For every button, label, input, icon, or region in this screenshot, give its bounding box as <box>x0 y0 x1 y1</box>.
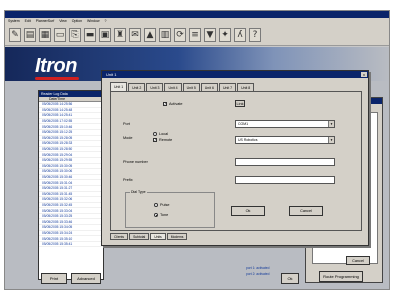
tab-unit-1[interactable]: Unit 1 <box>110 82 128 91</box>
status-note-2: port 2: activated <box>246 272 270 276</box>
dialog-ok-button[interactable]: Ok <box>231 206 265 216</box>
save-icon[interactable]: ▣ <box>99 27 111 42</box>
list-item[interactable]: 05/05/2005 15:35:41 <box>39 242 103 248</box>
logo-swoosh <box>35 77 79 80</box>
ok-button[interactable]: Ok <box>281 273 299 284</box>
folder-icon[interactable]: ⎘ <box>69 27 81 42</box>
chart-icon[interactable]: ▤ <box>24 27 36 42</box>
grid-icon[interactable]: ▦ <box>39 27 51 42</box>
prefix-input[interactable] <box>235 176 335 184</box>
port-label: Port <box>123 122 130 126</box>
advanced-button[interactable]: Advanced <box>71 273 101 284</box>
signal-icon[interactable]: ▼ <box>204 27 216 42</box>
modem-select[interactable]: US Robotics ▾ <box>235 136 335 144</box>
port-select[interactable]: COM1 ▾ <box>235 120 335 128</box>
local-label: Local <box>159 132 169 136</box>
gear-icon[interactable]: ✦ <box>219 27 231 42</box>
status-note-1: port 1: activated <box>246 266 270 270</box>
toolbar: ✎ ▤ ▦ ▭ ⎘ ▬ ▣ ♜ ✉ ▲ ▥ ⟳ ≡ ▼ ✦ ʎ? <box>5 24 389 46</box>
dialog-title: Unit 1 <box>106 72 117 77</box>
menu-option[interactable]: Option <box>72 19 82 23</box>
menu-plannersurf[interactable]: PlannerSurf <box>36 19 54 23</box>
tab-unit-4[interactable]: Unit 4 <box>164 83 182 91</box>
tab-subtotal[interactable]: Subtotal <box>129 233 150 240</box>
binoculars-icon[interactable]: ♜ <box>114 27 126 42</box>
reader-log-rows: 05/05/2005 14:25:56 05/05/2005 14:25:48 05… <box>39 102 103 248</box>
workspace: Itron Reader Log Data Date/Time 05/05/20… <box>5 47 389 289</box>
pulse-label: Pulse <box>160 203 170 207</box>
phone-number-label: Phone number <box>123 160 148 164</box>
modem-value: US Robotics <box>238 138 258 142</box>
prefix-label: Prefix <box>123 178 133 182</box>
flame-icon[interactable]: ▲ <box>144 27 156 42</box>
pulse-radio[interactable] <box>154 203 158 207</box>
app-window: System Edit PlannerSurf View Option Wind… <box>4 10 390 290</box>
print-button[interactable]: Print <box>41 273 67 284</box>
help-icon[interactable]: ? <box>249 27 261 42</box>
unit-tabs: Unit 1 Unit 2 Unit 3 Unit 4 Unit 5 Unit 6 Unit… <box>110 82 255 91</box>
tab-unit-5[interactable]: Unit 5 <box>182 83 200 91</box>
tag-icon[interactable]: ▭ <box>54 27 66 42</box>
mode-label: Mode <box>123 136 133 140</box>
unit-dialog: Unit 1 x Unit 1 Unit 2 Unit 3 Unit 4 Unit 5U… <box>101 70 369 246</box>
tab-unit-7[interactable]: Unit 7 <box>218 83 237 91</box>
menu-view[interactable]: View <box>59 19 67 23</box>
reader-log-panel: Reader Log Data Date/Time 05/05/2005 14:… <box>38 90 104 280</box>
local-radio[interactable] <box>153 132 157 136</box>
tone-radio[interactable] <box>154 213 158 217</box>
activate-label: Activate <box>169 102 183 106</box>
refresh-icon[interactable]: ⟳ <box>174 27 186 42</box>
menu-edit[interactable]: Edit <box>25 19 31 23</box>
tab-units[interactable]: Units <box>150 233 166 240</box>
menu-system[interactable]: System <box>8 19 20 23</box>
tab-clients[interactable]: Clients <box>110 233 129 240</box>
tab-unit-6[interactable]: Unit 6 <box>200 83 218 91</box>
phone-number-input[interactable] <box>235 158 335 166</box>
y-icon[interactable]: ʎ <box>234 27 246 42</box>
link-button[interactable]: Link <box>235 100 245 107</box>
card-icon[interactable]: ▬ <box>84 27 96 42</box>
port-value: COM1 <box>238 122 249 126</box>
dialog-titlebar: Unit 1 x <box>102 71 368 78</box>
itron-logo: Itron <box>35 55 77 77</box>
bottom-tabs: Clients Subtotal Units Modems <box>110 233 188 240</box>
window-titlebar <box>5 11 389 18</box>
remote-checkbox[interactable]: ✓ <box>153 138 157 142</box>
tab-unit-8[interactable]: Unit 8 <box>237 83 255 91</box>
route-programming-button[interactable]: Route Programming <box>319 271 363 282</box>
dial-type-group: Dial Type Pulse Tone <box>125 190 215 228</box>
dialog-cancel-button[interactable]: Cancel <box>289 206 323 216</box>
menu-window[interactable]: Window <box>87 19 99 23</box>
close-icon[interactable]: x <box>361 72 367 77</box>
unit-panel: ✓ Activate Link Port COM1 ▾ Mode Local ✓… <box>110 91 362 231</box>
pen-icon[interactable]: ✎ <box>9 27 21 42</box>
tab-unit-2[interactable]: Unit 2 <box>128 83 146 91</box>
chevron-down-icon[interactable]: ▾ <box>328 121 334 127</box>
tone-label: Tone <box>160 213 169 217</box>
activate-checkbox[interactable]: ✓ <box>163 102 167 106</box>
chevron-down-icon[interactable]: ▾ <box>328 137 334 143</box>
menu-help[interactable]: ? <box>104 19 106 23</box>
right-cancel-button[interactable]: Cancel <box>346 256 370 265</box>
filter-icon[interactable]: ≡ <box>189 27 201 42</box>
remote-label: Remote <box>159 138 173 142</box>
tab-unit-3[interactable]: Unit 3 <box>146 83 164 91</box>
book-icon[interactable]: ▥ <box>159 27 171 42</box>
mail-icon[interactable]: ✉ <box>129 27 141 42</box>
dial-type-label: Dial Type <box>130 190 147 194</box>
tab-modems[interactable]: Modems <box>166 233 188 240</box>
